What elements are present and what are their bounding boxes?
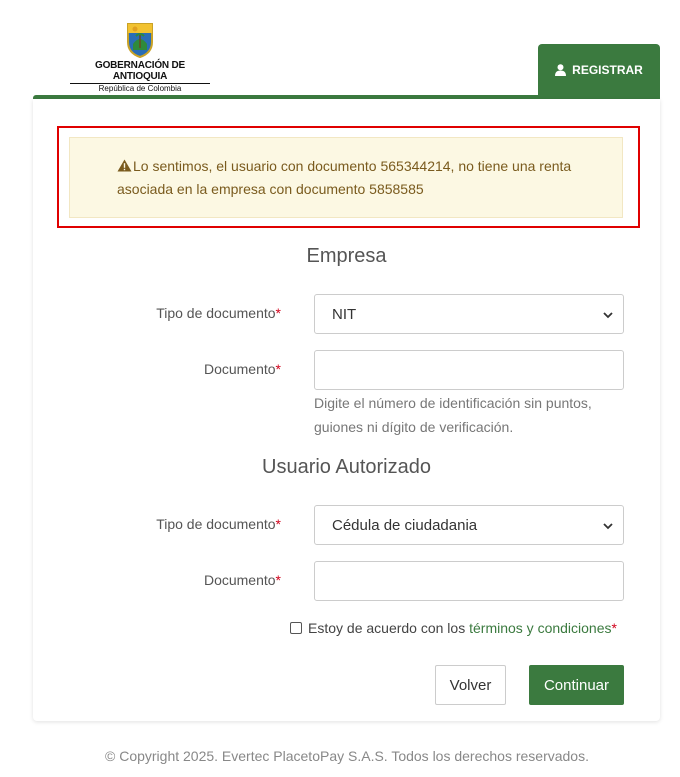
usuario-doc-type-label: Tipo de documento* (151, 516, 281, 532)
label-text: Tipo de documento (156, 305, 276, 321)
required-mark: * (275, 305, 281, 321)
logo-title: GOBERNACIÓN DE ANTIOQUIA (70, 60, 210, 84)
usuario-doc-input[interactable] (314, 561, 624, 601)
empresa-doc-label: Documento* (151, 361, 281, 377)
empresa-doc-type-label: Tipo de documento* (151, 305, 281, 321)
usuario-doc-label: Documento* (151, 572, 281, 588)
alert-message: Lo sentimos, el usuario con documento 56… (117, 158, 572, 197)
warning-alert: Lo sentimos, el usuario con documento 56… (69, 137, 623, 218)
continue-button[interactable]: Continuar (529, 665, 624, 705)
section-title-usuario: Usuario Autorizado (262, 456, 431, 478)
label-text: Documento (203, 361, 276, 377)
section-title-empresa: Empresa (306, 245, 387, 267)
required-mark: * (275, 361, 281, 377)
terms-prefix: Estoy de acuerdo con los (308, 620, 466, 636)
chevron-down-icon (603, 523, 613, 530)
label-text: Documento (203, 572, 276, 588)
terms-row: Estoy de acuerdo con los términos y cond… (290, 620, 617, 636)
empresa-doc-type-select[interactable]: NIT (314, 294, 624, 334)
logo-subtitle: República de Colombia (98, 84, 182, 93)
copyright-footer: © Copyright 2025. Evertec PlacetoPay S.A… (105, 748, 589, 764)
register-tab-label: REGISTRAR (572, 63, 643, 77)
required-mark: * (275, 572, 281, 588)
select-value: Cédula de ciudadania (332, 516, 478, 534)
empresa-doc-input[interactable] (314, 350, 624, 390)
coat-of-arms-icon (127, 23, 153, 58)
chevron-down-icon (603, 312, 613, 319)
empresa-doc-help: Digite el número de identificación sin p… (314, 395, 592, 435)
back-button[interactable]: Volver (435, 665, 506, 705)
usuario-doc-type-select[interactable]: Cédula de ciudadania (314, 505, 624, 545)
select-value: NIT (332, 305, 357, 323)
header: GOBERNACIÓN DE ANTIOQUIA República de Co… (0, 0, 680, 100)
required-mark: * (275, 516, 281, 532)
terms-link[interactable]: términos y condiciones (469, 620, 611, 636)
terms-label: Estoy de acuerdo con los términos y cond… (308, 620, 617, 636)
terms-checkbox[interactable] (290, 622, 302, 634)
warning-icon (117, 159, 132, 172)
required-mark: * (611, 620, 617, 636)
logo: GOBERNACIÓN DE ANTIOQUIA República de Co… (70, 20, 210, 93)
label-text: Tipo de documento (156, 516, 276, 532)
register-tab[interactable]: REGISTRAR (538, 44, 660, 96)
user-icon (555, 64, 567, 76)
